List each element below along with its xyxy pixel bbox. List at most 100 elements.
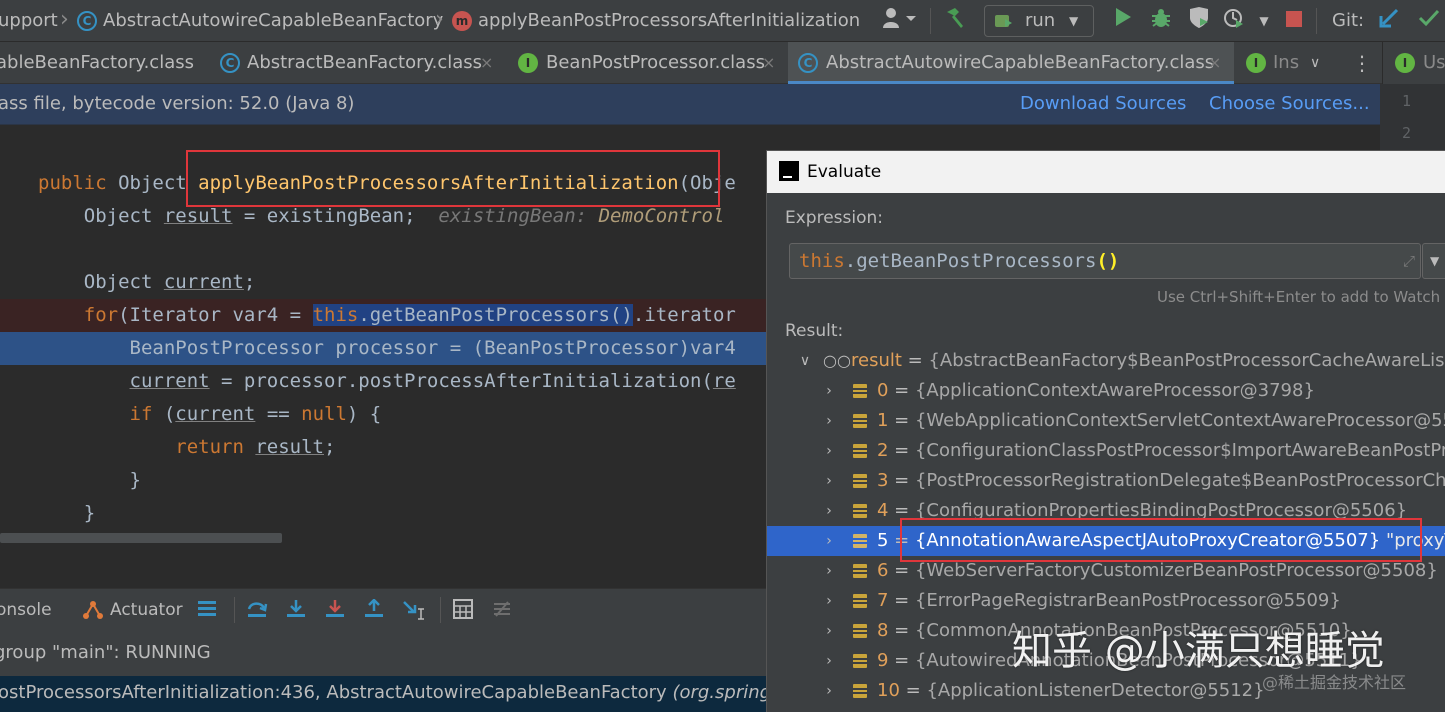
close-icon[interactable]: ×	[480, 42, 493, 84]
chevron-right-icon[interactable]: ›	[821, 466, 837, 496]
intellij-logo-icon	[779, 161, 799, 181]
method-name-highlight-box	[186, 150, 720, 207]
stack-frame-selected[interactable]: ostProcessorsAfterInitialization:436, Ab…	[0, 676, 766, 712]
git-commit-icon[interactable]	[1414, 6, 1444, 36]
tab-right-editor[interactable]: I Us	[1382, 42, 1445, 84]
frame-package: (org.springfram	[672, 682, 766, 703]
code-line-close-for: }	[83, 502, 96, 524]
choose-sources-link[interactable]: Choose Sources...	[1209, 84, 1370, 124]
tree-row-item[interactable]: › 2 = {ConfigurationClassPostProcessor$Im…	[767, 436, 1445, 466]
actuator-tab[interactable]: Actuator	[110, 589, 183, 631]
chevron-right-icon[interactable]: ›	[821, 496, 837, 526]
build-hammer-icon[interactable]	[940, 6, 970, 36]
tree-row-root[interactable]: ∨ ○○ result = {AbstractBeanFactory$BeanP…	[767, 346, 1445, 376]
expression-input[interactable]: this.getBeanPostProcessors() ⤢	[789, 243, 1421, 279]
chevron-down-icon: ▼	[1069, 14, 1079, 28]
field-icon	[853, 444, 867, 458]
layout-icon[interactable]	[196, 599, 218, 621]
tab-instantiation-aware[interactable]: I Ins	[1236, 42, 1302, 84]
code-line-for-loop: for(Iterator var4 = this.getBeanPostProc…	[0, 299, 766, 332]
chevron-right-icon[interactable]: ›	[821, 526, 837, 556]
close-icon[interactable]: ×	[762, 42, 775, 84]
chevron-right-icon[interactable]: ›	[821, 586, 837, 616]
expression-history-dropdown[interactable]: ▼	[1422, 243, 1445, 279]
toolbar-separator	[930, 8, 931, 34]
chevron-down-icon[interactable]: ▼	[1256, 6, 1272, 36]
code-line-execution-point: BeanPostProcessor processor = (BeanPostP…	[0, 332, 766, 365]
tab-abstract-bean-factory[interactable]: C AbstractBeanFactory.class ×	[212, 42, 502, 84]
frame-label: ostProcessorsAfterInitialization:436, Ab…	[0, 676, 766, 710]
chevron-down-icon[interactable]: ∨	[1310, 42, 1330, 84]
profile-icon[interactable]	[1222, 6, 1252, 36]
selected-processor-highlight-box	[900, 518, 1422, 562]
field-icon	[853, 384, 867, 398]
chevron-right-icon[interactable]: ›	[821, 676, 837, 706]
close-icon[interactable]: ×	[1208, 42, 1221, 84]
chevron-right-icon[interactable]: ›	[821, 406, 837, 436]
chevron-down-icon: ▼	[1430, 254, 1440, 268]
force-step-into-icon[interactable]	[324, 599, 346, 621]
tree-row-text: 1 = {WebApplicationContextServletContext…	[877, 410, 1445, 431]
evaluate-expression-icon[interactable]	[452, 599, 474, 621]
breadcrumb-item-method[interactable]: applyBeanPostProcessorsAfterInitializati…	[478, 0, 860, 42]
run-configuration-selector[interactable]: run ▼	[984, 5, 1094, 37]
run-icon[interactable]	[1110, 6, 1136, 36]
tree-row-item[interactable]: › 1 = {WebApplicationContextServletContex…	[767, 406, 1445, 436]
chevron-right-icon[interactable]: ›	[821, 556, 837, 586]
tree-row-item[interactable]: › 3 = {PostProcessorRegistrationDelegate$…	[767, 466, 1445, 496]
user-icon[interactable]	[880, 6, 920, 36]
chevron-right-icon[interactable]: ›	[821, 436, 837, 466]
juejin-watermark: @稀土掘金技术社区	[1262, 673, 1407, 692]
coverage-icon[interactable]	[1186, 6, 1212, 36]
breadcrumb-separator: ›	[60, 7, 69, 32]
debug-icon[interactable]	[1148, 6, 1174, 36]
interface-icon: I	[1395, 53, 1415, 73]
tab-bean-post-processor[interactable]: I BeanPostProcessor.class ×	[508, 42, 788, 84]
field-icon	[853, 414, 867, 428]
actuator-icon	[82, 599, 104, 621]
watch-glasses-icon: ○○	[823, 351, 851, 370]
decompiled-class-banner: ass file, bytecode version: 52.0 (Java 8…	[0, 84, 1380, 125]
step-over-icon[interactable]	[246, 599, 268, 621]
chevron-right-icon[interactable]: ›	[821, 376, 837, 406]
step-into-icon[interactable]	[285, 599, 307, 621]
breadcrumb-item-package[interactable]: upport	[0, 0, 58, 42]
tab-abstract-autowire-capable-bean-factory[interactable]: C AbstractAutowireCapableBeanFactory.cla…	[788, 42, 1234, 84]
field-icon	[853, 654, 867, 668]
add-to-watch-hint: Use Ctrl+Shift+Enter to add to Watch	[1157, 288, 1441, 306]
tab-label: Us	[1423, 52, 1445, 73]
run-configuration-label: run	[1025, 10, 1056, 31]
trace-current-stream-icon[interactable]	[491, 599, 513, 621]
field-icon	[853, 624, 867, 638]
download-sources-link[interactable]: Download Sources	[1020, 84, 1186, 124]
chevron-down-icon[interactable]: ∨	[797, 346, 813, 376]
git-update-icon[interactable]	[1374, 6, 1404, 36]
line-number: 1	[1402, 92, 1412, 110]
breadcrumb-item-class[interactable]: AbstractAutowireCapableBeanFactory	[103, 0, 443, 42]
field-icon	[853, 564, 867, 578]
console-tab[interactable]: onsole	[0, 589, 52, 631]
tree-row-item[interactable]: › 7 = {ErrorPageRegistrarBeanPostProcesso…	[767, 586, 1445, 616]
expand-icon[interactable]: ⤢	[1398, 250, 1420, 272]
toolbar-separator	[1316, 8, 1317, 34]
class-icon: C	[798, 53, 818, 73]
chevron-right-icon[interactable]: ›	[821, 646, 837, 676]
dialog-title-bar[interactable]: Evaluate	[767, 151, 1445, 193]
chevron-right-icon[interactable]: ›	[821, 616, 837, 646]
git-label: Git:	[1332, 10, 1365, 31]
more-vertical-icon[interactable]: ⋮	[1352, 42, 1372, 84]
run-to-cursor-icon[interactable]	[402, 599, 424, 621]
interface-icon: I	[1246, 53, 1266, 73]
tree-row-item[interactable]: › 0 = {ApplicationContextAwareProcessor@3…	[767, 376, 1445, 406]
thread-selector[interactable]: group "main": RUNNING	[0, 630, 766, 676]
horizontal-scrollbar[interactable]	[0, 533, 282, 543]
tab-abstract-autowire-capable-bean-factory-truncated[interactable]: ableBeanFactory.class	[0, 42, 208, 84]
stop-icon[interactable]	[1282, 6, 1306, 36]
tab-label: Ins	[1273, 52, 1300, 73]
tree-row-text: 0 = {ApplicationContextAwareProcessor@37…	[877, 380, 1315, 401]
step-out-icon[interactable]	[363, 598, 385, 621]
interface-icon: I	[518, 53, 538, 73]
thread-status: group "main": RUNNING	[0, 642, 211, 663]
zhihu-watermark: 知乎 @小满只想睡觉	[1012, 628, 1385, 674]
field-icon	[853, 684, 867, 698]
